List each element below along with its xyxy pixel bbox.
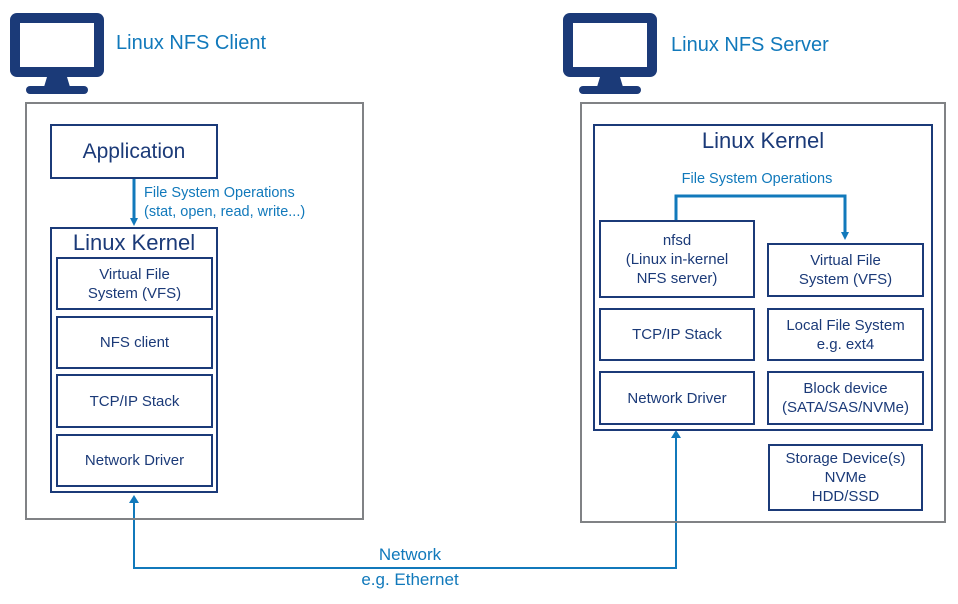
client-kernel-title: Linux Kernel [72,230,196,255]
client-fs-ops-line1: File System Operations [144,185,295,201]
client-tcpip-label: TCP/IP Stack [89,392,180,410]
client-network-driver-label: Network Driver [84,452,185,469]
storage-line2: NVMe [824,469,867,486]
server-kernel-title: Linux Kernel [701,128,825,153]
local-fs-line2: e.g. ext4 [816,335,875,353]
server-vfs-line2: System (VFS) [798,271,893,288]
server-storage-box: Storage Device(s) NVMe HDD/SSD [768,444,923,511]
client-vfs-box: Virtual File System (VFS) [56,257,213,310]
client-vfs-line2: System (VFS) [87,284,182,302]
client-fs-ops-line2: (stat, open, read, write...) [144,204,306,220]
server-network-driver-label: Network Driver [627,389,727,407]
server-vfs-box: Virtual File System (VFS) [767,243,924,297]
client-vfs-line1: Virtual File [99,265,170,283]
application-label: Application [82,140,186,163]
server-fs-ops-label: File System Operations [681,171,833,187]
client-tcpip-box: TCP/IP Stack [56,374,213,428]
client-title: Linux NFS Client [116,32,267,54]
block-device-line1: Block device [803,380,888,397]
server-title: Linux NFS Server [671,34,829,56]
client-fs-ops-label: File System Operations (stat, open, read… [144,184,305,222]
storage-line1: Storage Device(s) [785,450,906,467]
client-application-box: Application [50,124,218,179]
server-monitor-icon [563,13,657,96]
server-local-fs-box: Local File System e.g. ext4 [767,308,924,361]
server-tcpip-box: TCP/IP Stack [599,308,755,361]
server-nfsd-box: nfsd (Linux in-kernel NFS server) [599,220,755,298]
local-fs-line1: Local File System [786,316,905,334]
client-network-driver-box: Network Driver [56,434,213,487]
server-vfs-line1: Virtual File [810,252,881,269]
client-nfs-client-label: NFS client [99,334,170,351]
client-nfs-client-box: NFS client [56,316,213,369]
nfsd-line1: nfsd [662,231,692,249]
nfsd-line3: NFS server) [636,269,718,287]
storage-line3: HDD/SSD [811,488,880,505]
block-device-line2: (SATA/SAS/NVMe) [782,399,909,416]
network-sublabel: e.g. Ethernet [361,570,459,589]
server-network-driver-box: Network Driver [599,371,755,425]
network-label: Network [378,545,442,564]
server-block-device-box: Block device (SATA/SAS/NVMe) [767,371,924,425]
nfsd-line2: (Linux in-kernel [625,250,729,268]
client-monitor-icon [10,13,104,96]
server-tcpip-label: TCP/IP Stack [632,326,722,343]
